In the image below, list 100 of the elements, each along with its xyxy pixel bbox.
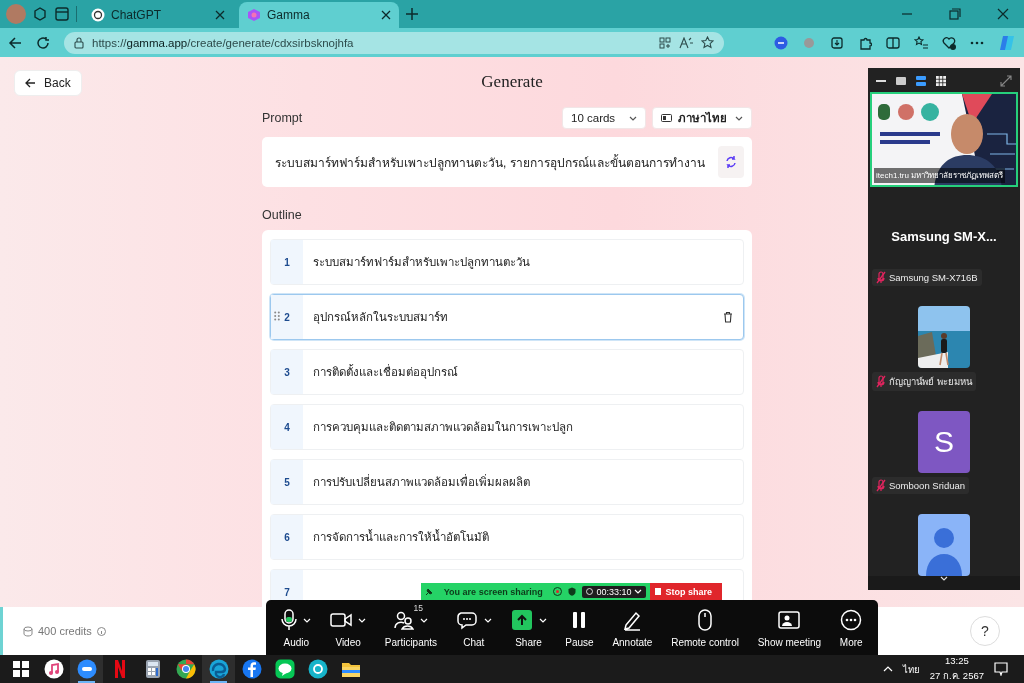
people-icon[interactable] [393, 610, 414, 630]
info-icon[interactable] [96, 626, 106, 636]
new-tab-icon[interactable] [405, 7, 419, 21]
music-note-icon[interactable] [43, 659, 64, 679]
address-bar[interactable]: https://gamma.app/create/generate/cdxsirbsknojhfa [64, 31, 724, 54]
participant-name: Somboon Sriduan [872, 477, 970, 494]
toolbar-button[interactable]: Video [330, 600, 367, 655]
notification-icon[interactable] [994, 662, 1008, 676]
puzzle-icon[interactable] [858, 35, 872, 50]
section-label: Prompt [262, 111, 304, 125]
toolbar-button[interactable]: Annotate [612, 600, 653, 655]
apps-icon[interactable] [659, 36, 671, 49]
microphone-icon[interactable] [281, 609, 298, 631]
cards-dropdown[interactable]: 10 cards [562, 107, 646, 129]
minimize-icon[interactable] [876, 79, 886, 83]
design-app-icon[interactable] [307, 659, 328, 679]
record-dot-icon[interactable] [553, 587, 563, 596]
zoom-extension-icon[interactable] [774, 35, 788, 50]
toolbar-button[interactable]: Show meeting [757, 600, 822, 655]
shield-icon[interactable] [568, 587, 577, 596]
toolbar-button[interactable]: Share [510, 600, 547, 655]
facebook-icon[interactable] [241, 659, 262, 679]
favorites-icon[interactable] [914, 35, 928, 50]
outline-item[interactable]: 4 การควบคุมและติดตามสภาพแวดล้อมในการเพาะปลูก [270, 404, 744, 450]
health-icon[interactable] [942, 35, 956, 50]
grid-view-icon[interactable] [936, 76, 946, 86]
close-icon[interactable] [381, 10, 391, 20]
outline-item[interactable]: 5 การปรับเปลี่ยนสภาพแวดล้อมเพื่อเพิ่มผลผลิต [270, 459, 744, 505]
drag-handle-icon[interactable] [274, 311, 280, 321]
toolbar-button[interactable]: Pause [565, 600, 594, 655]
browser-tab[interactable]: Gamma [239, 2, 399, 28]
chevron-down-icon[interactable] [629, 115, 637, 121]
windows-icon[interactable] [11, 660, 30, 678]
lock-icon[interactable] [74, 36, 84, 49]
camera-icon[interactable] [330, 612, 353, 628]
pin-icon[interactable] [425, 587, 433, 596]
language-icon[interactable] [661, 114, 672, 122]
calculator-icon[interactable] [144, 659, 161, 679]
clock-time[interactable]: 13:25 [944, 655, 969, 666]
edge-icon[interactable] [208, 659, 229, 679]
speaker-view-icon[interactable] [916, 76, 926, 86]
toolbar-button[interactable]: 15 Participants [384, 600, 438, 655]
toolbar-button[interactable]: Remote control [671, 600, 739, 655]
toolbar-button[interactable]: More [839, 600, 863, 655]
outline-item[interactable]: 3 การติดตั้งและเชื่อมต่ออุปกรณ์ [270, 349, 744, 395]
reload-icon[interactable] [36, 35, 50, 50]
more-icon[interactable] [970, 40, 984, 45]
regenerate-button[interactable] [718, 146, 744, 178]
outline-item[interactable]: 2 อุปกรณ์หลักในระบบสมาร์ท [270, 294, 744, 340]
credits-count: 400 credits [38, 625, 92, 637]
split-screen-icon[interactable] [886, 35, 900, 50]
participant-name: itech1.tru มหาวิทยาลัยราชภัฏเทพสตรี [874, 168, 1006, 183]
active-speaker-name: Samsung SM-X... [891, 229, 997, 246]
participant-count: 15 [413, 603, 424, 613]
close-icon[interactable] [997, 8, 1009, 20]
language-dropdown[interactable]: ภาษาไทย [652, 107, 752, 129]
download-box-icon[interactable] [830, 35, 844, 50]
page-title: Generate [481, 72, 543, 93]
trash-icon[interactable] [723, 311, 733, 323]
help-button[interactable]: ? [970, 616, 1000, 646]
maximize-icon[interactable] [949, 8, 961, 20]
chrome-icon[interactable] [175, 659, 196, 679]
openai-icon[interactable] [91, 8, 105, 22]
swap-arrows-icon[interactable] [725, 155, 737, 169]
clock-icon[interactable] [586, 588, 594, 595]
read-aloud-icon[interactable] [679, 36, 693, 49]
stop-square-icon[interactable] [655, 588, 662, 595]
browser-tab[interactable]: ChatGPT [83, 2, 233, 28]
chat-icon[interactable] [455, 610, 478, 630]
n-logo-icon[interactable] [112, 659, 127, 679]
back-icon[interactable] [8, 35, 22, 50]
back-arrow-icon[interactable] [25, 78, 36, 88]
toolbar-button[interactable]: Chat [455, 600, 492, 655]
input-language[interactable]: ไทย [902, 661, 920, 677]
share-timer[interactable]: 00:33:10 [582, 585, 647, 598]
toolbar-button[interactable]: Audio [281, 600, 312, 655]
expand-icon[interactable] [1000, 75, 1012, 87]
workspaces-icon[interactable] [32, 6, 48, 22]
outline-item[interactable]: 1 ระบบสมาร์ทฟาร์มสำหรับเพาะปลูกทานตะวัน [270, 239, 744, 285]
favorite-star-icon[interactable] [701, 36, 714, 49]
stop-share-button[interactable]: Stop share [650, 583, 722, 600]
pause-icon[interactable] [571, 610, 588, 630]
close-icon[interactable] [215, 10, 225, 20]
video-app-icon[interactable] [76, 659, 97, 679]
folder-icon[interactable] [340, 660, 361, 678]
more-icon[interactable] [840, 609, 863, 631]
clock-date[interactable]: 27 ก.ค. 2567 [929, 668, 984, 683]
pencil-icon[interactable] [622, 609, 643, 631]
coins-icon[interactable] [23, 625, 33, 637]
portrait-icon[interactable] [778, 610, 801, 630]
chat-app-icon[interactable] [274, 659, 295, 679]
avatar: S [918, 411, 970, 473]
chevron-down-icon[interactable] [735, 115, 743, 121]
prompt-field[interactable]: ระบบสมาร์ทฟาร์มสำหรับเพาะปลูกทานตะวัน, รายการอุปกรณ์และขั้นตอนการทำงาน [262, 137, 752, 187]
mouse-icon[interactable] [698, 609, 713, 631]
chevron-up-icon[interactable] [882, 666, 893, 672]
outline-item[interactable]: 6 การจัดการน้ำและการให้น้ำอัตโนมัติ [270, 514, 744, 560]
sharing-banner: You are screen sharing 00:33:10 [421, 583, 651, 600]
tab-actions-icon[interactable] [54, 6, 70, 22]
back-button[interactable]: Back [14, 70, 82, 96]
